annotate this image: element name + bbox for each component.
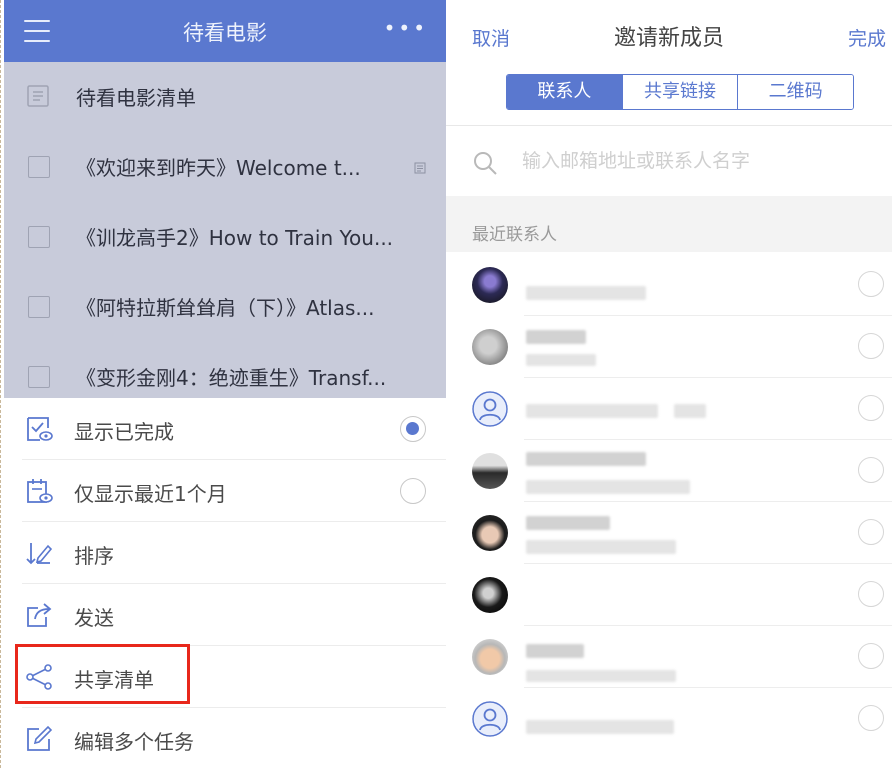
sort-label: 排序 xyxy=(74,544,114,568)
contact-select-radio[interactable] xyxy=(858,643,884,669)
note-attached-icon xyxy=(414,162,426,174)
contact-select-radio[interactable] xyxy=(858,395,884,421)
invite-title: 邀请新成员 xyxy=(613,26,724,51)
avatar xyxy=(472,577,508,613)
task-title: 《训龙高手2》How to Train You... xyxy=(76,226,394,250)
task-item[interactable]: 《欢迎来到昨天》Welcome t... xyxy=(4,132,446,202)
default-avatar-icon xyxy=(472,391,508,427)
search-input[interactable] xyxy=(522,150,852,172)
list-title-row: 待看电影清单 xyxy=(4,62,446,132)
contact-row[interactable] xyxy=(446,688,892,750)
sort-icon xyxy=(26,543,53,565)
contact-select-radio[interactable] xyxy=(858,705,884,731)
show-completed-radio[interactable] xyxy=(400,416,426,442)
notes-icon xyxy=(27,85,49,107)
task-checkbox[interactable] xyxy=(28,226,50,248)
recent-contacts-header: 最近联系人 xyxy=(446,196,892,252)
show-completed-option[interactable]: 显示已完成 xyxy=(4,398,446,460)
show-completed-label: 显示已完成 xyxy=(74,420,174,444)
recent-month-label: 仅显示最近1个月 xyxy=(74,482,227,506)
send-label: 发送 xyxy=(74,606,114,630)
contact-row[interactable] xyxy=(446,626,892,688)
default-avatar-icon xyxy=(472,701,508,737)
contact-row[interactable] xyxy=(446,440,892,502)
contact-select-radio[interactable] xyxy=(858,333,884,359)
task-checkbox[interactable] xyxy=(28,156,50,178)
invite-method-tabs: 联系人 共享链接 二维码 xyxy=(506,74,854,110)
contact-row[interactable] xyxy=(446,378,892,440)
contact-row[interactable] xyxy=(446,316,892,378)
task-checkbox[interactable] xyxy=(28,366,50,388)
recent-month-option[interactable]: 仅显示最近1个月 xyxy=(4,460,446,522)
task-title: 《阿特拉斯耸耸肩（下）》Atlas... xyxy=(76,296,375,320)
avatar xyxy=(472,329,508,365)
edit-multiple-label: 编辑多个任务 xyxy=(74,730,194,754)
search-icon xyxy=(474,152,497,175)
avatar xyxy=(472,453,508,489)
contact-row[interactable] xyxy=(446,564,892,626)
edit-icon xyxy=(27,725,53,751)
avatar xyxy=(472,639,508,675)
contact-select-radio[interactable] xyxy=(858,271,884,297)
tab-contacts[interactable]: 联系人 xyxy=(507,75,623,109)
avatar xyxy=(472,267,508,303)
recent-contacts-label: 最近联系人 xyxy=(472,225,557,245)
task-list: 待看电影清单 《欢迎来到昨天》Welcome t... 《训龙高手2》How t… xyxy=(4,62,446,398)
search-bar xyxy=(446,126,892,196)
list-header-title: 待看电影 xyxy=(183,21,267,45)
calendar-eye-icon xyxy=(27,479,53,503)
tab-share-link[interactable]: 共享链接 xyxy=(622,75,739,109)
list-title: 待看电影清单 xyxy=(76,86,196,110)
invite-members-pane: 取消 邀请新成员 完成 联系人 共享链接 二维码 最近联系人 xyxy=(446,0,892,768)
send-option[interactable]: 发送 xyxy=(4,584,446,646)
avatar xyxy=(472,515,508,551)
check-eye-icon xyxy=(27,417,53,441)
send-icon xyxy=(27,603,52,627)
contact-row[interactable] xyxy=(446,502,892,564)
edit-multiple-option[interactable]: 编辑多个任务 xyxy=(4,708,446,768)
contact-row[interactable] xyxy=(446,254,892,316)
list-header: 待看电影 ••• xyxy=(4,0,446,62)
task-item[interactable]: 《训龙高手2》How to Train You... xyxy=(4,202,446,272)
task-title: 《欢迎来到昨天》Welcome t... xyxy=(76,156,361,180)
share-list-highlight xyxy=(15,644,190,704)
more-options-icon[interactable]: ••• xyxy=(384,18,428,38)
task-item[interactable]: 《阿特拉斯耸耸肩（下）》Atlas... xyxy=(4,272,446,342)
task-checkbox[interactable] xyxy=(28,296,50,318)
contact-select-radio[interactable] xyxy=(858,457,884,483)
recent-month-radio[interactable] xyxy=(400,478,426,504)
sort-option[interactable]: 排序 xyxy=(4,522,446,584)
contact-select-radio[interactable] xyxy=(858,581,884,607)
contact-select-radio[interactable] xyxy=(858,519,884,545)
task-list-pane: 待看电影 ••• 待看电影清单 《欢迎来到昨天》Welcome t... 《训龙… xyxy=(0,0,446,768)
tab-qr-code[interactable]: 二维码 xyxy=(738,75,853,109)
task-title: 《变形金刚4：绝迹重生》Transf... xyxy=(76,366,387,390)
done-button[interactable]: 完成 xyxy=(848,24,886,51)
list-options-menu: 显示已完成 仅显示最近1个月 排序 发送 共享清单 编辑多个任务 xyxy=(4,398,446,768)
